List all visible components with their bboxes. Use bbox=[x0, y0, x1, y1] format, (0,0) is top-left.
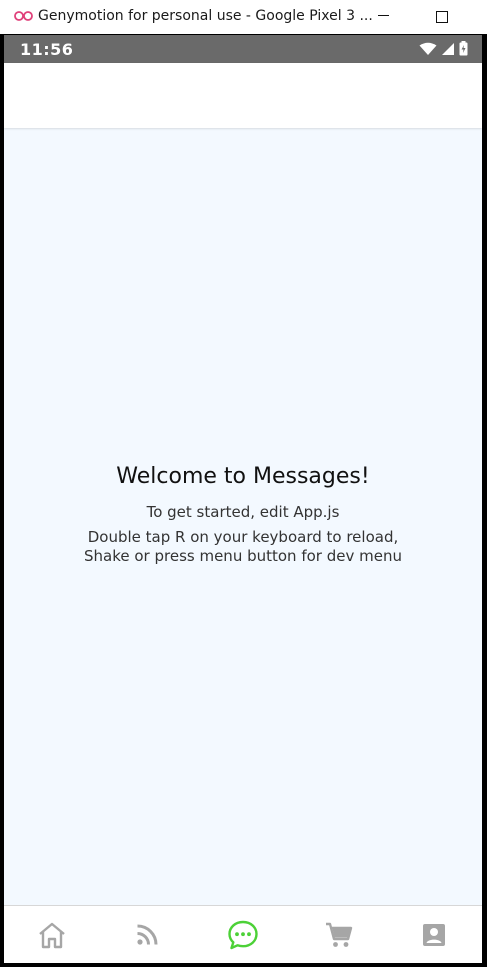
battery-icon bbox=[459, 41, 468, 56]
status-icons bbox=[419, 41, 468, 56]
shopping-cart-icon bbox=[325, 922, 352, 947]
maximize-button[interactable] bbox=[419, 0, 465, 34]
rss-feed-icon bbox=[137, 924, 158, 945]
app-header bbox=[4, 63, 482, 128]
status-clock: 11:56 bbox=[20, 40, 74, 59]
instruction-edit: To get started, edit App.js bbox=[146, 502, 340, 521]
welcome-content: Welcome to Messages! To get started, edi… bbox=[4, 129, 482, 906]
bottom-tab-bar bbox=[4, 905, 482, 963]
account-box-icon bbox=[423, 924, 446, 946]
signal-icon bbox=[442, 42, 454, 55]
minimize-button[interactable] bbox=[360, 0, 406, 34]
genymotion-logo-icon bbox=[14, 11, 33, 21]
home-icon bbox=[39, 922, 65, 949]
minimize-icon bbox=[377, 14, 389, 16]
tab-profile[interactable] bbox=[404, 906, 464, 963]
device-screen: 11:56 Welcome to Messages! To get starte… bbox=[4, 35, 482, 963]
welcome-title: Welcome to Messages! bbox=[116, 463, 370, 489]
chat-bubble-icon bbox=[228, 920, 258, 950]
window-titlebar: Genymotion for personal use - Google Pix… bbox=[0, 0, 487, 34]
window-title: Genymotion for personal use - Google Pix… bbox=[38, 8, 373, 24]
tab-messages[interactable] bbox=[213, 906, 273, 963]
tab-feed[interactable] bbox=[117, 906, 177, 963]
wifi-icon bbox=[419, 42, 437, 55]
android-status-bar: 11:56 bbox=[4, 35, 482, 63]
tab-home[interactable] bbox=[22, 906, 82, 963]
tab-cart[interactable] bbox=[309, 906, 369, 963]
maximize-icon bbox=[436, 11, 448, 23]
instruction-reload: Double tap R on your keyboard to reload, bbox=[87, 527, 399, 546]
instruction-dev-menu: Shake or press menu button for dev menu bbox=[84, 546, 402, 565]
